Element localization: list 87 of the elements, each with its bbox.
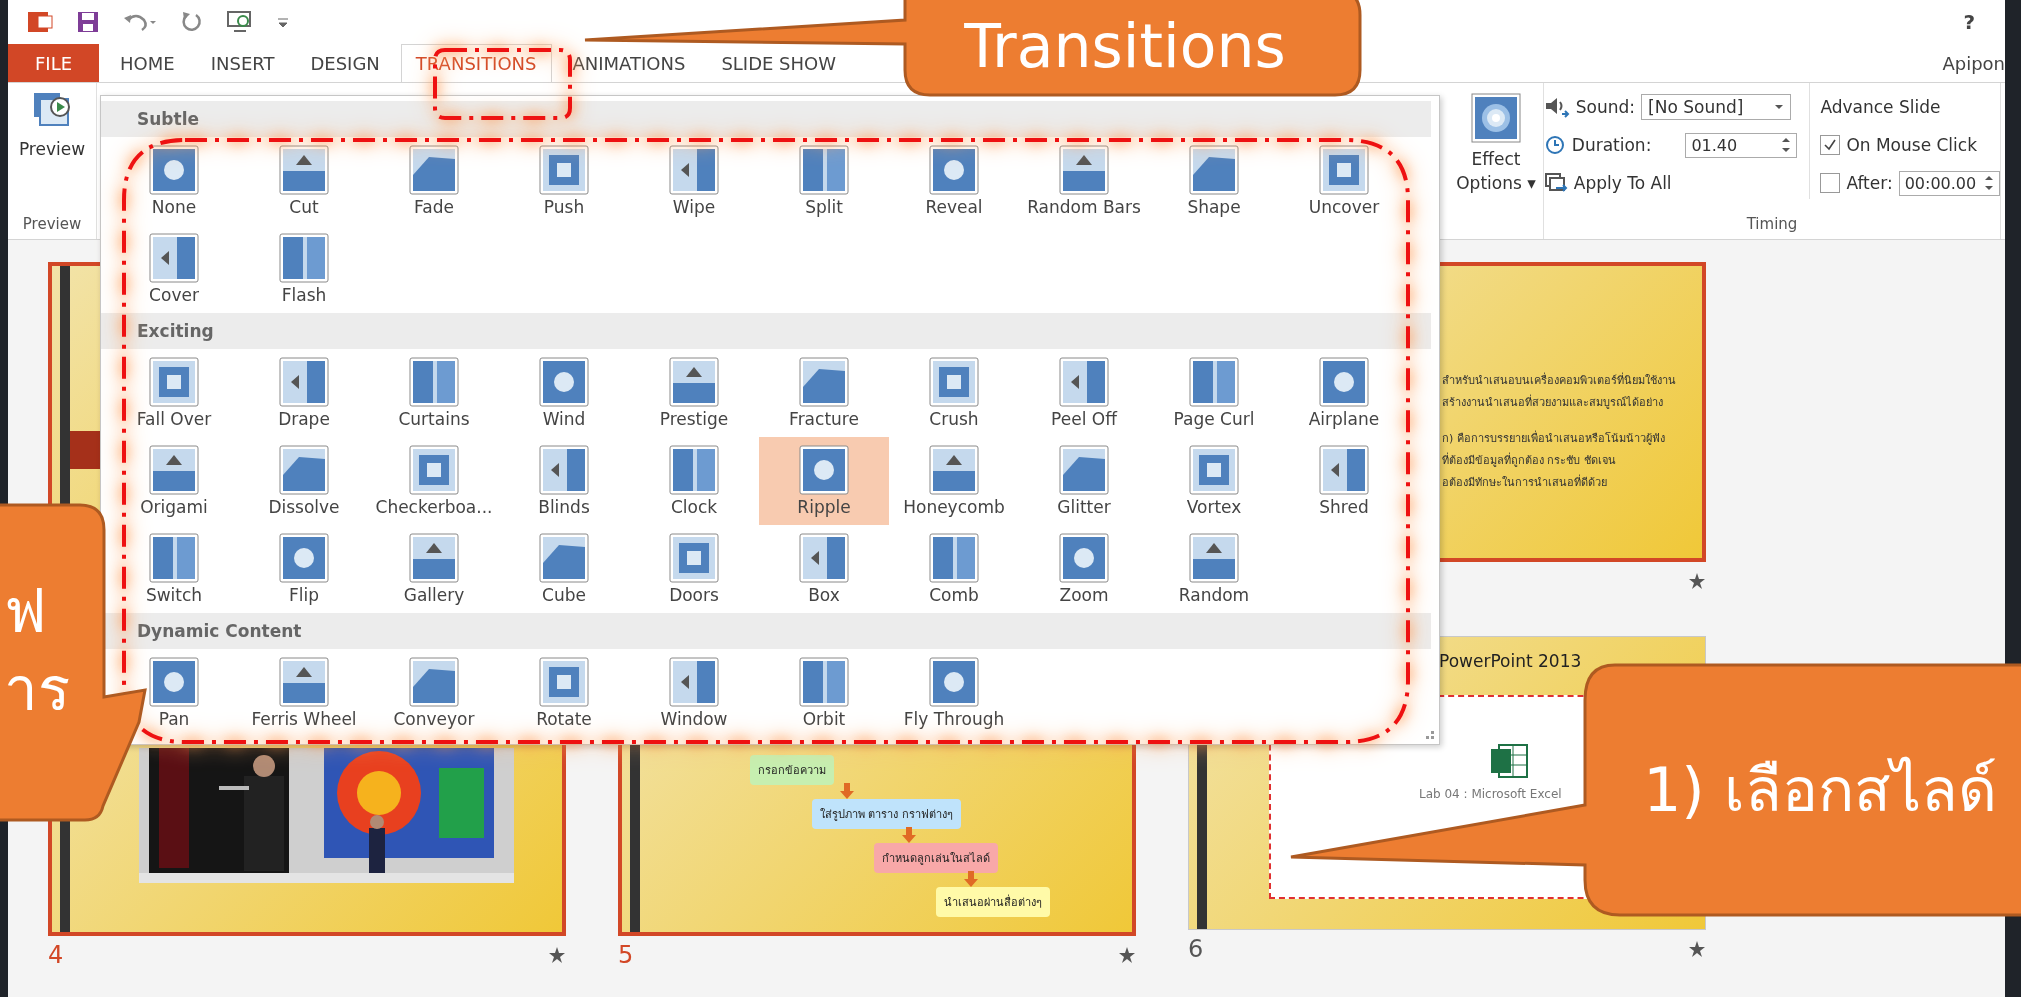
transition-option[interactable]: Push [499,137,629,225]
transition-option[interactable]: Fade [369,137,499,225]
ribbon-tab[interactable]: HOME [105,44,190,82]
transition-option[interactable]: Wind [499,349,629,437]
slide-text: ที่ต้องมีข้อมูลที่ถูกต้อง กระชับ ชัดเจน [1442,451,1617,469]
user-name[interactable]: Apipon [1942,52,2005,74]
transition-option[interactable]: Airplane [1279,349,1409,437]
ribbon-tab[interactable]: TRANSITIONS [400,44,552,82]
transition-option[interactable]: Reveal [889,137,1019,225]
transition-option[interactable]: Cut [239,137,369,225]
transition-option[interactable]: Checkerboa... [369,437,499,525]
transition-option[interactable]: Split [759,137,889,225]
callout-text: าร [4,653,70,726]
duration-label: Duration: [1571,135,1652,155]
transition-option[interactable]: Gallery [369,525,499,613]
flow-step: กรอกข้อความ [750,755,834,785]
transition-option[interactable]: Cube [499,525,629,613]
transition-option[interactable]: Shape [1149,137,1279,225]
callout-text: ฟ [4,575,46,648]
transition-option[interactable]: Origami [109,437,239,525]
transition-option[interactable]: Cover [109,225,239,313]
transition-option[interactable]: Fracture [759,349,889,437]
transition-option[interactable]: None [109,137,239,225]
transition-option[interactable]: Dissolve [239,437,369,525]
transition-option[interactable]: Switch [109,525,239,613]
transition-option[interactable]: Page Curl [1149,349,1279,437]
transition-option[interactable]: Fall Over [109,349,239,437]
ribbon-tab[interactable]: DESIGN [295,44,395,82]
transition-option[interactable]: Box [759,525,889,613]
ribbon-tab[interactable]: INSERT [195,44,290,82]
transition-option[interactable]: Crush [889,349,1019,437]
flow-step: ใส่รูปภาพ ตาราง กราฟต่างๆ [812,799,961,829]
transition-option[interactable]: Window [629,649,759,737]
ribbon-tab[interactable]: SLIDE SHOW [706,44,852,82]
transition-option[interactable]: Blinds [499,437,629,525]
transition-option[interactable]: Drape [239,349,369,437]
slide-number: 6 [1188,935,1204,963]
transition-option[interactable]: Ripple [759,437,889,525]
section-header: Subtle [101,101,1431,137]
ribbon-tab[interactable]: ANIMATIONS [557,44,701,82]
slide-text: สำหรับนำเสนอบนเครื่องคอมพิวเตอร์ที่นิยมใช้งาน [1442,371,1676,389]
transition-option[interactable]: Wipe [629,137,759,225]
preview-button[interactable]: Preview [16,83,88,167]
transition-option[interactable]: Glitter [1019,437,1149,525]
transition-option[interactable]: Flash [239,225,369,313]
advance-slide-heading: Advance Slide [1820,97,1941,117]
callout-text: Transitions [964,10,1286,83]
flow-step: กำหนดลูกเล่นในสไลด์ [874,843,998,873]
transition-option[interactable]: Curtains [369,349,499,437]
transition-option[interactable]: Flip [239,525,369,613]
duration-spinner[interactable]: 01.40 [1685,132,1798,158]
transition-option[interactable]: Conveyor [369,649,499,737]
apply-to-all-button[interactable]: Apply To All [1543,172,1672,194]
sound-dropdown[interactable]: [No Sound] [1641,94,1792,120]
transition-option[interactable]: Vortex [1149,437,1279,525]
slide-text: สร้างงานนำเสนอที่สวยงามและสมบูรณ์ได้อย่าง [1442,393,1664,411]
transition-option[interactable]: Clock [629,437,759,525]
transition-option[interactable]: Shred [1279,437,1409,525]
group-label: Timing [1746,215,1798,233]
slide-title: PowerPoint 2013 [1439,651,1582,671]
file-tab[interactable]: FILE [8,44,100,82]
transition-option[interactable]: Random [1149,525,1279,613]
transition-option[interactable]: Orbit [759,649,889,737]
transition-option[interactable]: Peel Off [1019,349,1149,437]
transition-option[interactable]: Zoom [1019,525,1149,613]
slide-text: ก) คือการบรรยายเพื่อนำเสนอหรือโน้มน้าวผู้ฟัง [1442,429,1666,447]
transition-option[interactable]: Random Bars [1019,137,1149,225]
sound-label: Sound: [1575,97,1636,117]
transition-option[interactable]: Ferris Wheel [239,649,369,737]
after-time-spinner[interactable]: 00:00.00 [1898,170,2001,196]
flow-step: นำเสนอผ่านสื่อต่างๆ [936,887,1050,917]
help-button[interactable]: ? [1963,10,1975,34]
slide-number: 5 [618,941,634,969]
slide-caption: Lab 04 : Microsoft Excel [1419,787,1562,801]
slide-text: อต้องมีทักษะในการนำเสนอที่ดีด้วย [1442,473,1608,491]
transition-option[interactable]: Prestige [629,349,759,437]
effect-options-button[interactable]: Effect Options ▾ [1450,83,1542,239]
checkbox-label: On Mouse Click [1846,135,1977,155]
slide-number: 4 [48,941,64,969]
checkbox-label: After: [1846,173,1893,193]
transition-option[interactable]: Honeycomb [889,437,1019,525]
transition-option[interactable]: Uncover [1279,137,1409,225]
transition-option[interactable]: Doors [629,525,759,613]
group-label: Preview [22,215,82,233]
transition-option[interactable]: Comb [889,525,1019,613]
transition-option[interactable]: Fly Through [889,649,1019,737]
section-header: Exciting [101,313,1431,349]
